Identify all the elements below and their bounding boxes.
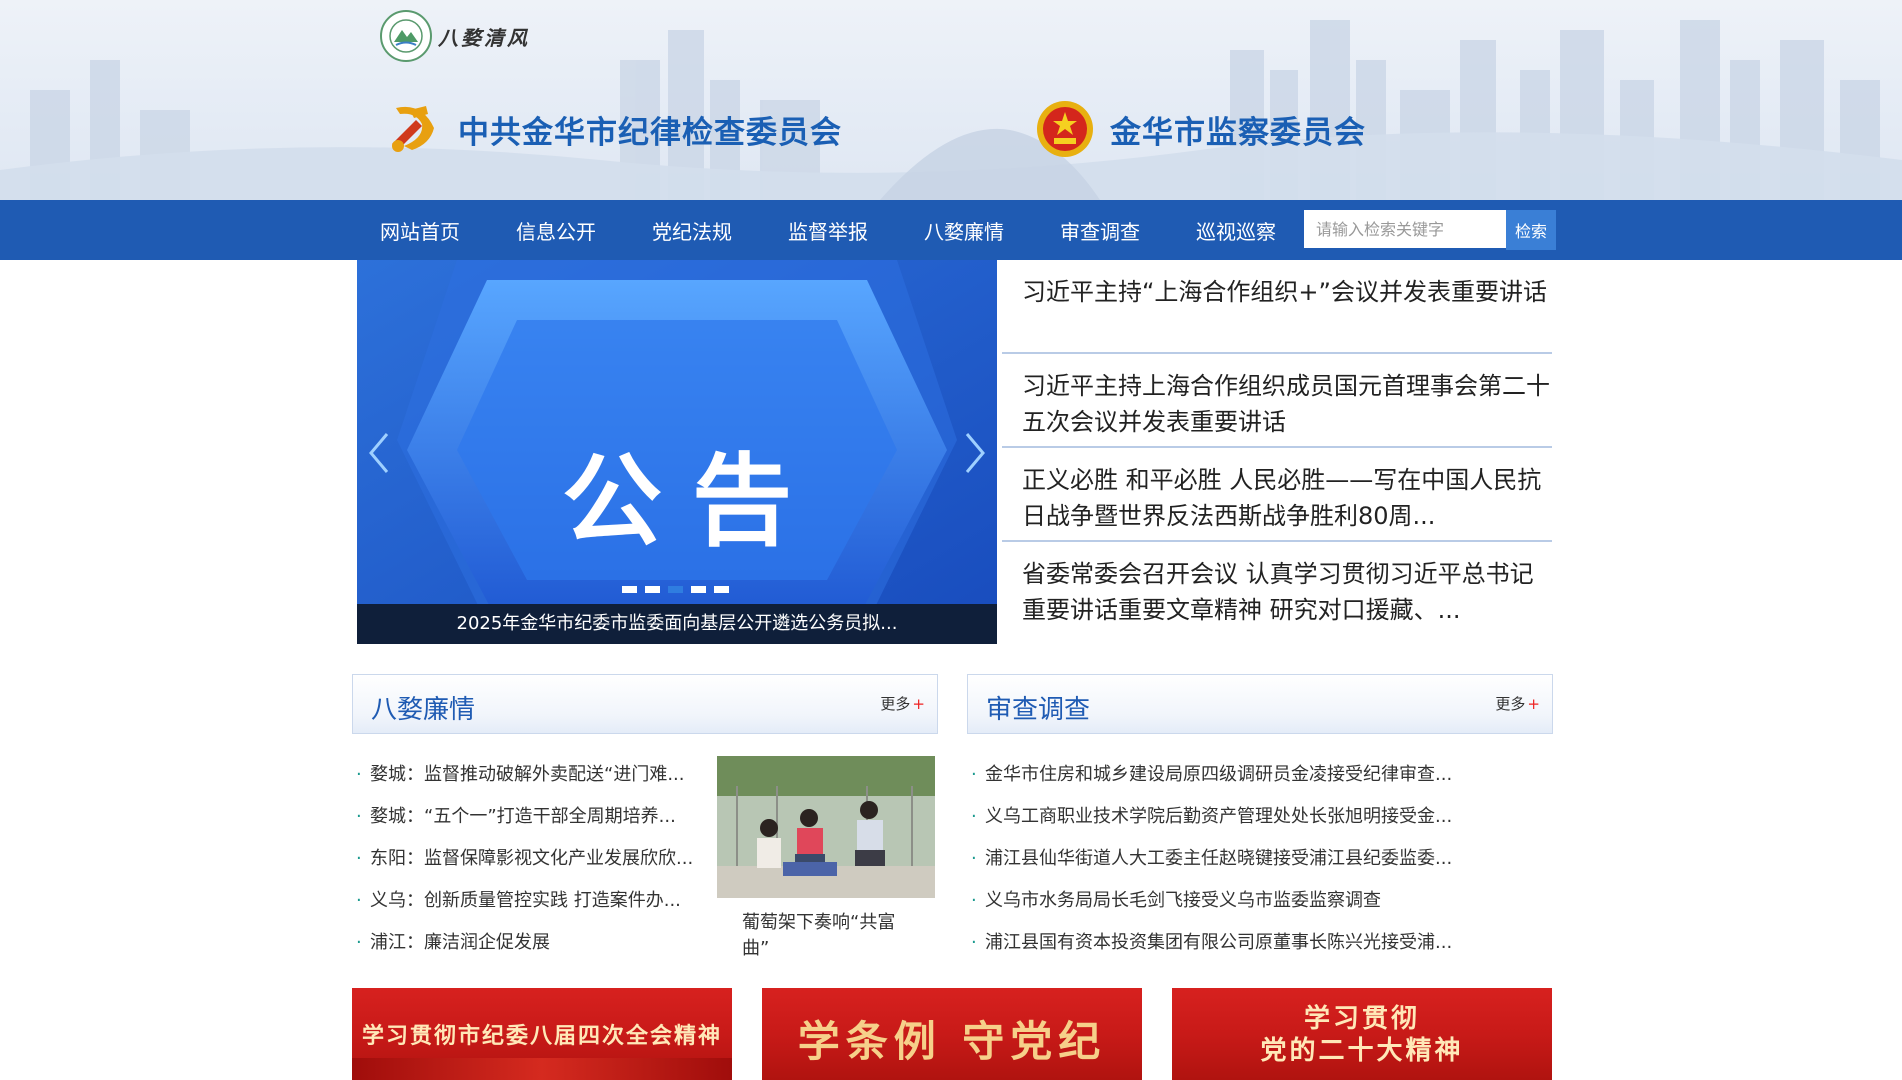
news-photo[interactable] xyxy=(717,756,935,898)
list-item[interactable]: · 义乌工商职业技术学院后勤资产管理处处长张旭明接受金... xyxy=(967,796,1553,838)
nav-item-bawu-integrity[interactable]: 八婺廉情 xyxy=(896,216,1032,245)
bullet-icon: · xyxy=(356,932,362,953)
more-link[interactable]: 更多 + xyxy=(1495,693,1540,714)
nav-item-report[interactable]: 监督举报 xyxy=(760,216,896,245)
news-slider[interactable]: 公告 2025年金华市纪委市监委面向基层公开遴选公务员拟... xyxy=(357,260,997,644)
more-label: 更多 xyxy=(1495,695,1526,713)
headline-item[interactable]: 习近平主持上海合作组织成员国元首理事会第二十五次会议并发表重要讲话 xyxy=(1002,354,1552,448)
list-item-text: 金华市住房和城乡建设局原四级调研员金凌接受纪律审查... xyxy=(985,764,1453,785)
banner-twentieth-congress[interactable]: 学习贯彻 党的二十大精神 xyxy=(1172,988,1552,1080)
list-item[interactable]: · 金华市住房和城乡建设局原四级调研员金凌接受纪律审查... xyxy=(967,754,1553,796)
list-item-text: 浦江：廉洁润企促发展 xyxy=(370,932,550,953)
national-emblem-icon xyxy=(1034,98,1096,160)
bullet-icon: · xyxy=(356,890,362,911)
party-emblem-icon xyxy=(382,98,444,160)
list-item[interactable]: · 浦江：廉洁润企促发展 xyxy=(352,922,702,964)
headline-item[interactable]: 省委常委会召开会议 认真学习贯彻习近平总书记重要讲话重要文章精神 研究对口援藏、… xyxy=(1002,542,1552,636)
nav-items: 网站首页 信息公开 党纪法规 监督举报 八婺廉情 审查调查 巡视巡察 xyxy=(352,200,1304,260)
list-item-text: 浦江县仙华街道人大工委主任赵晓键接受浦江县纪委监委... xyxy=(985,848,1453,869)
list-item-text: 婺城：“五个一”打造干部全周期培养... xyxy=(370,806,676,827)
nav-item-info-disclosure[interactable]: 信息公开 xyxy=(488,216,624,245)
investigation-news-list: · 金华市住房和城乡建设局原四级调研员金凌接受纪律审查... · 义乌工商职业技术学… xyxy=(967,754,1553,964)
list-item[interactable]: · 浦江县仙华街道人大工委主任赵晓键接受浦江县纪委监委... xyxy=(967,838,1553,880)
search-input[interactable] xyxy=(1304,210,1506,248)
plus-icon: + xyxy=(912,695,925,713)
headline-list: 习近平主持“上海合作组织+”会议并发表重要讲话 习近平主持上海合作组织成员国元首… xyxy=(1002,260,1552,636)
panel-header: 审查调查 更多 + xyxy=(967,674,1553,734)
slider-dots xyxy=(622,586,729,593)
bullet-icon: · xyxy=(971,932,977,953)
more-link[interactable]: 更多 + xyxy=(880,693,925,714)
list-item[interactable]: · 义乌：创新质量管控实践 打造案件办... xyxy=(352,880,702,922)
headline-item[interactable]: 正义必胜 和平必胜 人民必胜——写在中国人民抗日战争暨世界反法西斯战争胜利80周… xyxy=(1002,448,1552,542)
slide-title: 公告 xyxy=(562,443,822,560)
list-item-text: 浦江县国有资本投资集团有限公司原董事长陈兴光接受浦... xyxy=(985,932,1453,953)
bullet-icon: · xyxy=(356,848,362,869)
bullet-icon: · xyxy=(971,890,977,911)
banner-party-discipline[interactable]: 学条例 守党纪 xyxy=(762,988,1142,1080)
org-party-committee: 中共金华市纪律检查委员会 xyxy=(382,98,842,160)
panel-title: 八婺廉情 xyxy=(371,695,476,725)
list-item[interactable]: · 浦江县国有资本投资集团有限公司原董事长陈兴光接受浦... xyxy=(967,922,1553,964)
more-label: 更多 xyxy=(880,695,911,713)
nav-item-party-regulations[interactable]: 党纪法规 xyxy=(624,216,760,245)
banner-text: 学条例 守党纪 xyxy=(797,1017,1107,1066)
headline-item[interactable]: 习近平主持“上海合作组织+”会议并发表重要讲话 xyxy=(1002,260,1552,354)
nav-item-home[interactable]: 网站首页 xyxy=(352,216,488,245)
brand-name: 八婺清风 xyxy=(438,25,530,50)
panel-investigation: 审查调查 更多 + · 金华市住房和城乡建设局原四级调研员金凌接受纪律审查... ·… xyxy=(967,674,1553,953)
list-item-text: 东阳：监督保障影视文化产业发展欣欣... xyxy=(370,848,694,869)
bullet-icon: · xyxy=(971,806,977,827)
slider-next-arrow-icon[interactable] xyxy=(961,428,989,478)
bullet-icon: · xyxy=(356,764,362,785)
panel-bawu-integrity: 八婺廉情 更多 + · 婺城：监督推动破解外卖配送“进门难... · 婺城：“五个一”… xyxy=(352,674,938,959)
main-nav: 网站首页 信息公开 党纪法规 监督举报 八婺廉情 审查调查 巡视巡察 检索 xyxy=(0,200,1902,260)
plus-icon: + xyxy=(1527,695,1540,713)
org-supervision-commission: 金华市监察委员会 xyxy=(1034,98,1366,160)
org-party-name: 中共金华市纪律检查委员会 xyxy=(458,114,842,151)
list-item-text: 义乌市水务局局长毛剑飞接受义乌市监委监察调查 xyxy=(985,890,1381,911)
nav-item-investigation[interactable]: 审查调查 xyxy=(1032,216,1168,245)
brand-logo[interactable]: 八婺清风 xyxy=(380,10,530,62)
nav-item-inspection[interactable]: 巡视巡察 xyxy=(1168,216,1304,245)
search-box: 检索 xyxy=(1304,210,1556,250)
bullet-icon: · xyxy=(971,764,977,785)
slider-dot[interactable] xyxy=(668,586,683,593)
bullet-icon: · xyxy=(356,806,362,827)
bullet-icon: · xyxy=(971,848,977,869)
banner-plenary-session[interactable]: 学习贯彻市纪委八届四次全会精神 xyxy=(352,988,732,1080)
panel-header: 八婺廉情 更多 + xyxy=(352,674,938,734)
photo-caption[interactable]: 葡萄架下奏响“共富曲” xyxy=(742,910,917,962)
brand-seal-icon xyxy=(380,10,432,62)
city-skyline-background xyxy=(0,20,1902,200)
banner-text-line2: 党的二十大精神 xyxy=(1260,1036,1464,1066)
list-item-text: 义乌：创新质量管控实践 打造案件办... xyxy=(370,890,681,911)
bawu-news-list: · 婺城：监督推动破解外卖配送“进门难... · 婺城：“五个一”打造干部全周期培养… xyxy=(352,754,702,964)
list-item[interactable]: · 东阳：监督保障影视文化产业发展欣欣... xyxy=(352,838,702,880)
org-supervision-name: 金华市监察委员会 xyxy=(1110,114,1366,151)
search-button[interactable]: 检索 xyxy=(1506,210,1556,250)
list-item-text: 义乌工商职业技术学院后勤资产管理处处长张旭明接受金... xyxy=(985,806,1453,827)
slider-prev-arrow-icon[interactable] xyxy=(365,428,393,478)
list-item[interactable]: · 婺城：监督推动破解外卖配送“进门难... xyxy=(352,754,702,796)
slider-caption[interactable]: 2025年金华市纪委市监委面向基层公开遴选公务员拟... xyxy=(357,604,997,644)
slider-dot[interactable] xyxy=(622,586,637,593)
list-item[interactable]: · 义乌市水务局局长毛剑飞接受义乌市监委监察调查 xyxy=(967,880,1553,922)
list-item[interactable]: · 婺城：“五个一”打造干部全周期培养... xyxy=(352,796,702,838)
list-item-text: 婺城：监督推动破解外卖配送“进门难... xyxy=(370,764,685,785)
panel-title: 审查调查 xyxy=(986,695,1091,725)
slider-dot[interactable] xyxy=(714,586,729,593)
slider-dot[interactable] xyxy=(645,586,660,593)
site-header: 八婺清风 中共金华市纪律检查委员会 金华市监察委员会 xyxy=(0,0,1902,200)
slider-dot[interactable] xyxy=(691,586,706,593)
banner-stripe xyxy=(352,1058,732,1080)
banner-text: 学习贯彻市纪委八届四次全会精神 xyxy=(361,1023,722,1049)
